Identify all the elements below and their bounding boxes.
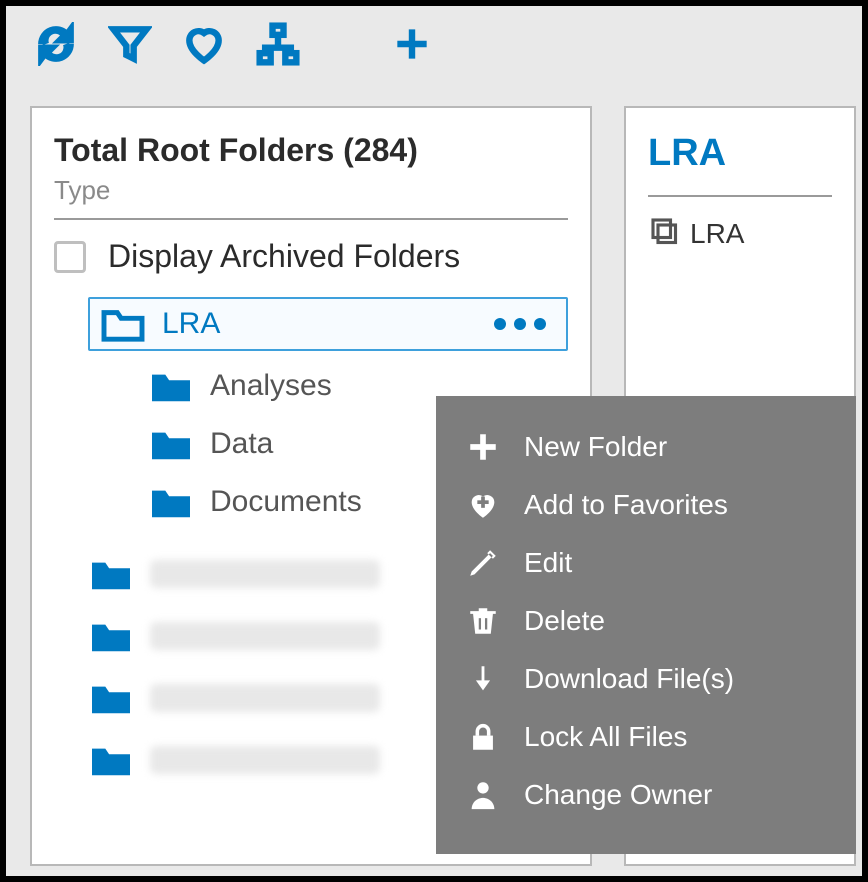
folder-label: Analyses [210, 369, 332, 403]
archived-toggle-row: Display Archived Folders [54, 238, 568, 275]
refresh-icon[interactable] [34, 22, 78, 66]
panel-subtitle: Type [54, 175, 568, 206]
blurred-label [150, 746, 380, 774]
folder-icon [88, 555, 134, 593]
blurred-label [150, 622, 380, 650]
folder-label: Data [210, 427, 273, 461]
archived-label: Display Archived Folders [108, 238, 460, 275]
menu-label: Delete [524, 605, 605, 637]
archived-checkbox[interactable] [54, 241, 86, 273]
more-icon[interactable] [494, 318, 556, 330]
heart-icon[interactable] [182, 22, 226, 66]
menu-label: Change Owner [524, 779, 712, 811]
menu-delete[interactable]: Delete [466, 592, 826, 650]
menu-label: Edit [524, 547, 572, 579]
menu-new-folder[interactable]: New Folder [466, 418, 826, 476]
folder-icon [148, 425, 194, 463]
add-icon[interactable] [390, 22, 434, 66]
folder-icon [148, 483, 194, 521]
menu-label: New Folder [524, 431, 667, 463]
divider [648, 195, 832, 197]
folder-icon [148, 367, 194, 405]
menu-lock[interactable]: Lock All Files [466, 708, 826, 766]
hierarchy-icon[interactable] [256, 22, 300, 66]
stack-icon [648, 215, 678, 252]
folder-node-lra[interactable]: LRA [88, 297, 568, 351]
menu-download[interactable]: Download File(s) [466, 650, 826, 708]
filter-icon[interactable] [108, 22, 152, 66]
menu-label: Add to Favorites [524, 489, 728, 521]
context-menu: New Folder Add to Favorites Edit Delete … [436, 396, 856, 854]
divider [54, 218, 568, 220]
heart-plus-icon [466, 488, 500, 522]
pencil-icon [466, 546, 500, 580]
blurred-label [150, 560, 380, 588]
folder-icon [88, 741, 134, 779]
breadcrumb-label: LRA [690, 218, 744, 250]
panel-title: Total Root Folders (284) [54, 132, 568, 169]
blurred-label [150, 684, 380, 712]
person-icon [466, 778, 500, 812]
menu-label: Lock All Files [524, 721, 687, 753]
breadcrumb[interactable]: LRA [648, 215, 832, 252]
menu-label: Download File(s) [524, 663, 734, 695]
details-title: LRA [648, 132, 832, 175]
menu-change-owner[interactable]: Change Owner [466, 766, 826, 824]
folder-icon [88, 617, 134, 655]
folder-open-icon [100, 305, 146, 343]
menu-edit[interactable]: Edit [466, 534, 826, 592]
toolbar [6, 6, 862, 84]
menu-add-favorites[interactable]: Add to Favorites [466, 476, 826, 534]
trash-icon [466, 604, 500, 638]
lock-icon [466, 720, 500, 754]
folder-label: Documents [210, 485, 362, 519]
download-icon [466, 662, 500, 696]
plus-icon [466, 430, 500, 464]
folder-icon [88, 679, 134, 717]
folder-label: LRA [162, 307, 478, 341]
